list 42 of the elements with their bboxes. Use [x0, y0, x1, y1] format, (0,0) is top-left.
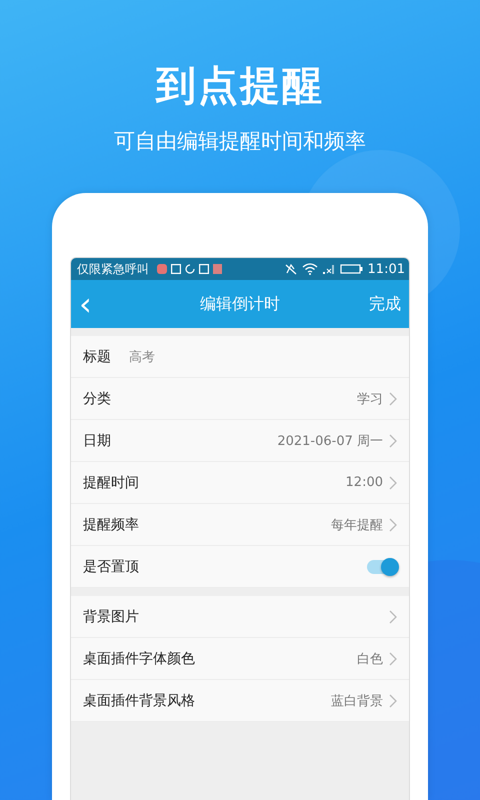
row-label: 提醒时间: [83, 474, 139, 492]
settings-row[interactable]: 桌面插件背景风格 蓝白背景: [71, 680, 409, 722]
chevron-icon: [389, 694, 397, 708]
row-value: 每年提醒: [331, 516, 383, 534]
clock-text: 11:01: [368, 262, 405, 276]
row-label: 桌面插件背景风格: [83, 692, 195, 710]
settings-row[interactable]: 提醒频率 每年提醒: [71, 504, 409, 546]
settings-row[interactable]: 分类 学习: [71, 378, 409, 420]
sync-icon: [185, 264, 195, 274]
row-label: 标题: [83, 348, 111, 366]
wifi-icon: [302, 263, 318, 275]
row-value: 白色: [357, 650, 383, 668]
row-value: 蓝白背景: [331, 692, 383, 710]
row-label: 桌面插件字体颜色: [83, 650, 195, 668]
subtitle: 可自由编辑提醒时间和频率: [114, 128, 366, 155]
settings-row[interactable]: 桌面插件字体颜色 白色: [71, 638, 409, 680]
settings-row[interactable]: 是否置顶: [71, 546, 409, 588]
chevron-icon: [389, 652, 397, 666]
toggle-switch[interactable]: [367, 560, 397, 574]
carrier-text: 仅限紧急呼叫: [77, 260, 149, 278]
chevron-icon: [389, 434, 397, 448]
signal-icon: [322, 263, 336, 275]
headline: 到点提醒: [156, 62, 324, 111]
chevron-icon: [389, 518, 397, 532]
settings-row[interactable]: 提醒时间 12:00: [71, 462, 409, 504]
chevron-icon: [389, 476, 397, 490]
row-value: 学习: [357, 390, 383, 408]
chevron-icon: [389, 610, 397, 624]
settings-row[interactable]: 背景图片: [71, 596, 409, 638]
row-label: 分类: [83, 390, 111, 408]
mute-icon: [284, 263, 298, 275]
row-label: 是否置顶: [83, 558, 139, 576]
chevron-icon: [389, 392, 397, 406]
row-label: 提醒频率: [83, 516, 139, 534]
settings-row[interactable]: 日期 2021-06-07 周一: [71, 420, 409, 462]
row-value: 12:00: [346, 475, 383, 490]
row-value: 2021-06-07 周一: [277, 432, 383, 450]
settings-row[interactable]: 标题 高考: [71, 336, 409, 378]
battery-icon: [340, 263, 364, 275]
row-label: 日期: [83, 432, 111, 450]
row-label: 背景图片: [83, 608, 139, 626]
screen-title: 编辑倒计时: [199, 294, 281, 314]
